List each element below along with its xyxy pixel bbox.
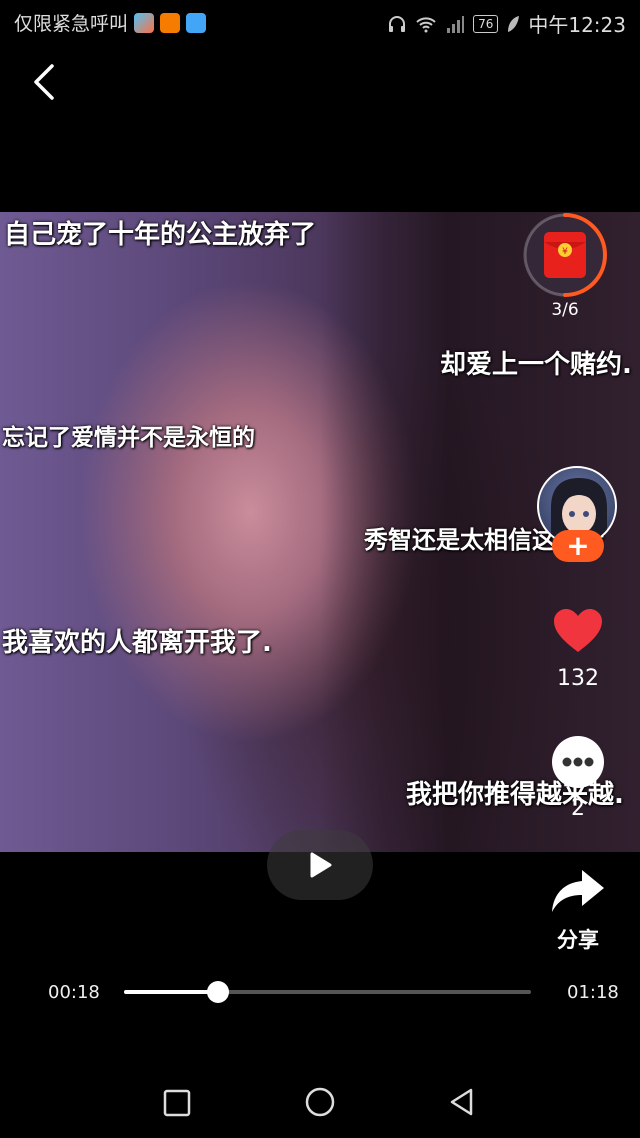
like-count: 132: [557, 666, 599, 691]
red-envelope-icon: ¥: [523, 213, 607, 297]
app-notification-icon: [134, 12, 155, 33]
status-left: 仅限紧急呼叫: [14, 9, 207, 36]
comment-count: 2: [571, 796, 585, 821]
leaf-icon: [508, 15, 520, 32]
circle-icon: [305, 1087, 335, 1117]
danmaku-caption: 自己宠了十年的公主放弃了: [4, 220, 317, 250]
carrier-text: 仅限紧急呼叫: [14, 13, 129, 35]
video-app-icon: [160, 12, 181, 33]
share-button[interactable]: [548, 866, 608, 916]
red-packet-progress: 3/6: [551, 300, 579, 320]
current-time: 00:18: [48, 982, 100, 1003]
like-button[interactable]: [552, 606, 604, 658]
clock: 中午12:23: [528, 13, 626, 37]
danmaku-caption: 忘记了爱情并不是永恒的: [2, 425, 255, 451]
play-icon: [310, 852, 332, 878]
home-button[interactable]: [302, 1084, 338, 1120]
back-nav-button[interactable]: [444, 1084, 480, 1120]
red-packet-button[interactable]: ¥: [522, 212, 608, 298]
share-label: 分享: [557, 928, 599, 952]
status-bar: 仅限紧急呼叫 76 中午12:23: [0, 0, 640, 44]
chevron-left-icon: [34, 64, 54, 100]
total-time: 01:18: [567, 982, 619, 1003]
progress-fill: [124, 990, 218, 994]
browser-app-icon: [186, 12, 207, 33]
signal-icon: [447, 15, 465, 33]
system-nav-bar: [0, 1060, 640, 1138]
recents-button[interactable]: [158, 1084, 194, 1120]
danmaku-caption: 却爱上一个赌约.: [440, 350, 632, 380]
back-button[interactable]: [26, 60, 66, 104]
battery-indicator: 76: [473, 14, 499, 33]
wifi-icon: [416, 16, 436, 32]
play-button[interactable]: [267, 830, 373, 900]
follow-button[interactable]: +: [552, 530, 604, 562]
share-arrow-icon: [552, 870, 604, 912]
triangle-back-icon: [450, 1088, 473, 1116]
ellipsis-icon: [562, 757, 594, 767]
comment-button[interactable]: [552, 736, 604, 788]
progress-thumb[interactable]: [206, 981, 229, 1003]
heart-icon: [554, 609, 602, 652]
danmaku-caption: 我喜欢的人都离开我了.: [2, 628, 272, 658]
headphones-icon: [389, 15, 406, 32]
status-right: 76 中午12:23: [387, 9, 626, 38]
progress-track[interactable]: [124, 981, 531, 1003]
square-icon: [163, 1089, 191, 1117]
svg-text:¥: ¥: [562, 247, 568, 257]
